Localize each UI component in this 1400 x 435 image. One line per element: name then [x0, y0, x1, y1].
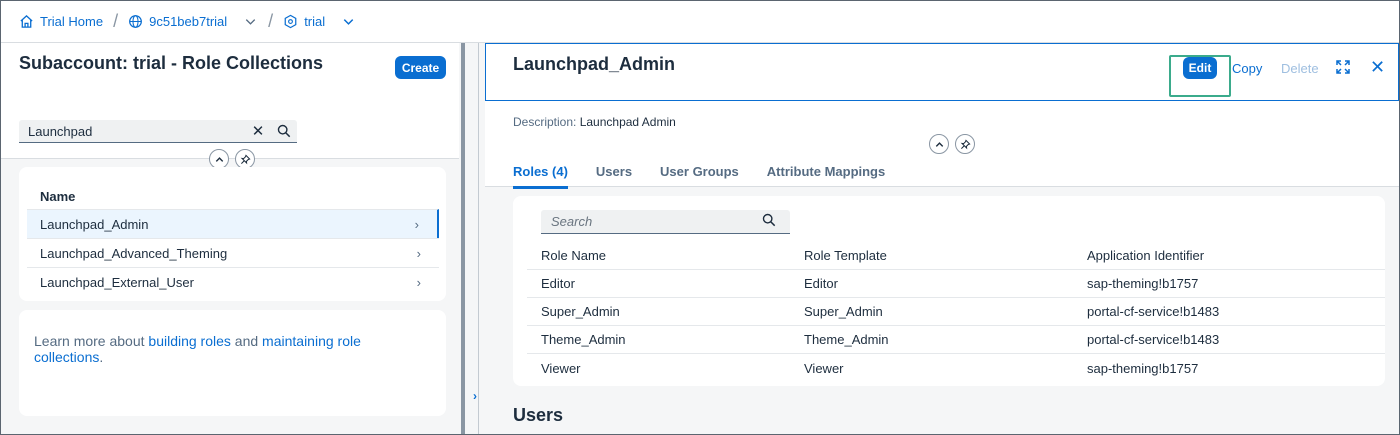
tab-user-groups[interactable]: User Groups	[660, 164, 739, 187]
close-icon[interactable]: ✕	[1370, 57, 1385, 78]
role-collection-list: Name Launchpad_Admin › Launchpad_Advance…	[19, 167, 446, 301]
page-title: Subaccount: trial - Role Collections	[19, 53, 324, 73]
table-header-row: Role Name Role Template Application Iden…	[527, 242, 1385, 270]
table-cell: Editor	[541, 276, 575, 291]
fullscreen-icon[interactable]	[1335, 59, 1351, 75]
breadcrumb-label: Trial Home	[40, 14, 104, 29]
roles-search-input[interactable]: Search	[541, 210, 790, 234]
table-cell: Viewer	[804, 360, 844, 376]
chevron-right-icon: ›	[416, 245, 421, 261]
description: Description: Launchpad Admin	[513, 115, 676, 129]
table-cell: Super_Admin	[804, 304, 883, 319]
chevron-right-icon: ›	[414, 216, 419, 232]
pin-icon	[240, 153, 251, 164]
tab-users[interactable]: Users	[596, 164, 632, 187]
edit-button[interactable]: Edit	[1183, 57, 1217, 79]
globe-icon	[129, 15, 143, 28]
table-cell: portal-cf-service!b1483	[1087, 304, 1220, 319]
clear-icon[interactable]: ✕	[245, 122, 271, 140]
list-header-area: Subaccount: trial - Role Collections Cre…	[1, 43, 459, 169]
search-icon[interactable]	[271, 124, 297, 138]
chevron-right-icon[interactable]: ›	[473, 389, 477, 403]
learn-more-text: Learn more about	[34, 333, 149, 349]
home-icon	[20, 14, 33, 28]
object-title: Launchpad_Admin	[513, 54, 676, 74]
column-header: Role Template	[804, 248, 887, 263]
breadcrumb-separator: /	[113, 11, 119, 31]
create-button[interactable]: Create	[395, 56, 446, 79]
list-item-label: Launchpad_Advanced_Theming	[40, 245, 228, 261]
pin-header-button[interactable]	[235, 149, 255, 169]
tab-bar: Roles (4) Users User Groups Attribute Ma…	[513, 164, 885, 189]
table-cell: Theme_Admin	[541, 332, 626, 347]
column-header: Role Name	[541, 248, 607, 263]
learn-more-text: .	[99, 349, 104, 365]
header-toggle-group	[879, 134, 1029, 154]
breadcrumb-separator: /	[268, 11, 274, 31]
details-pane: Launchpad_Admin Edit Copy Delete ✕ Descr…	[485, 43, 1399, 434]
divider	[478, 43, 479, 434]
building-roles-link[interactable]: building roles	[148, 333, 231, 349]
table-cell: portal-cf-service!b1483	[1087, 332, 1220, 347]
tab-attribute-mappings[interactable]: Attribute Mappings	[767, 164, 885, 187]
table-row[interactable]: Theme_Admin Theme_Admin portal-cf-servic…	[527, 326, 1385, 354]
list-item-label: Launchpad_External_User	[40, 274, 194, 290]
collapse-header-button[interactable]	[209, 149, 229, 169]
delete-button[interactable]: Delete	[1281, 61, 1319, 76]
list-item-label: Launchpad_Admin	[40, 216, 149, 232]
chevron-down-icon[interactable]	[341, 14, 356, 29]
header-toggle-group	[209, 149, 255, 169]
role-collections-pane: Subaccount: trial - Role Collections Cre…	[1, 43, 459, 434]
subaccount-icon	[284, 14, 297, 29]
collapse-header-button[interactable]	[929, 134, 949, 154]
pin-icon	[960, 138, 971, 149]
table-cell: Super_Admin	[541, 304, 620, 319]
chevron-up-icon	[215, 156, 223, 162]
roles-table-card: Search Role Name Role Template Applicati…	[513, 196, 1385, 386]
search-icon[interactable]	[762, 213, 790, 231]
tab-roles[interactable]: Roles (4)	[513, 164, 568, 189]
copy-button[interactable]: Copy	[1232, 61, 1262, 76]
breadcrumb-item-global-account[interactable]: 9c51beb7trial	[128, 14, 258, 29]
column-header: Application Identifier	[1087, 248, 1205, 263]
pane-splitter[interactable]: ›	[459, 43, 485, 434]
description-label: Description:	[513, 115, 577, 129]
scrollbar[interactable]	[461, 43, 465, 434]
table-cell: Editor	[804, 276, 838, 291]
breadcrumb-label: trial	[304, 14, 326, 29]
table-cell: sap-theming!b1757	[1087, 360, 1199, 376]
search-input[interactable]: Launchpad ✕	[19, 120, 297, 143]
breadcrumb-item-trial-home[interactable]: Trial Home	[19, 14, 103, 29]
table-cell: Theme_Admin	[804, 332, 889, 347]
object-header: Launchpad_Admin Edit Copy Delete ✕	[485, 43, 1399, 101]
list-item[interactable]: Launchpad_Admin ›	[27, 209, 439, 238]
users-section-heading: Users	[513, 405, 564, 425]
list-column-header: Name	[40, 189, 76, 204]
description-value: Launchpad Admin	[579, 115, 676, 129]
chevron-down-icon[interactable]	[243, 14, 258, 29]
breadcrumb-label: 9c51beb7trial	[149, 14, 228, 29]
table-row[interactable]: Super_Admin Super_Admin portal-cf-servic…	[527, 298, 1385, 326]
search-value: Launchpad	[28, 123, 93, 139]
table-cell: Viewer	[541, 360, 581, 376]
learn-more-card: Learn more about building roles and main…	[19, 310, 446, 416]
learn-more-text: and	[230, 333, 263, 349]
object-subheader: Description: Launchpad Admin Roles (4) U…	[485, 101, 1399, 189]
pin-header-button[interactable]	[955, 134, 975, 154]
chevron-up-icon	[935, 141, 943, 147]
search-placeholder: Search	[551, 214, 593, 229]
list-item[interactable]: Launchpad_External_User ›	[27, 267, 439, 296]
table-cell: sap-theming!b1757	[1087, 276, 1199, 291]
roles-table: Role Name Role Template Application Iden…	[527, 242, 1385, 382]
table-row[interactable]: Editor Editor sap-theming!b1757	[527, 270, 1385, 298]
table-row[interactable]: Viewer Viewer sap-theming!b1757	[527, 354, 1385, 382]
breadcrumb: Trial Home / 9c51beb7trial / trial	[1, 1, 1399, 43]
list-item[interactable]: Launchpad_Advanced_Theming ›	[27, 238, 439, 267]
breadcrumb-item-subaccount[interactable]: trial	[283, 14, 356, 29]
chevron-right-icon: ›	[416, 274, 421, 290]
